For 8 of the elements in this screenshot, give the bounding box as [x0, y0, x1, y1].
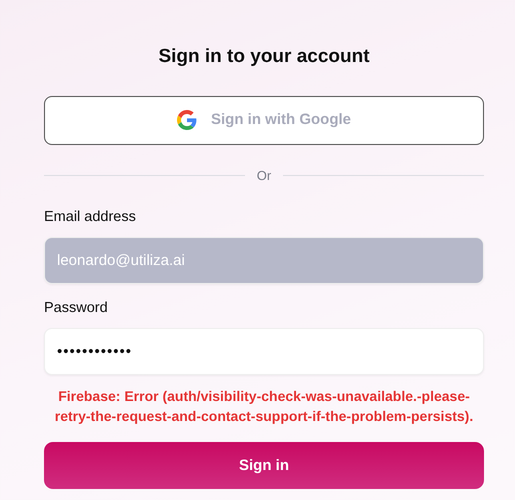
divider-label: Or [256, 166, 272, 185]
google-logo-icon [177, 110, 197, 130]
field-label: Email address [44, 208, 137, 228]
input-field[interactable]: •••••••••••• [44, 328, 484, 375]
sign-in-button[interactable]: Sign in [44, 442, 484, 490]
error-message: Firebase: Error (auth/visibility-check-was-unavailable.-please-retry-the-request-and-contact-support-if-the-problem-persists). [54, 386, 474, 426]
field-label: Password [44, 299, 109, 318]
page-title: Sign in to your account [157, 46, 371, 69]
